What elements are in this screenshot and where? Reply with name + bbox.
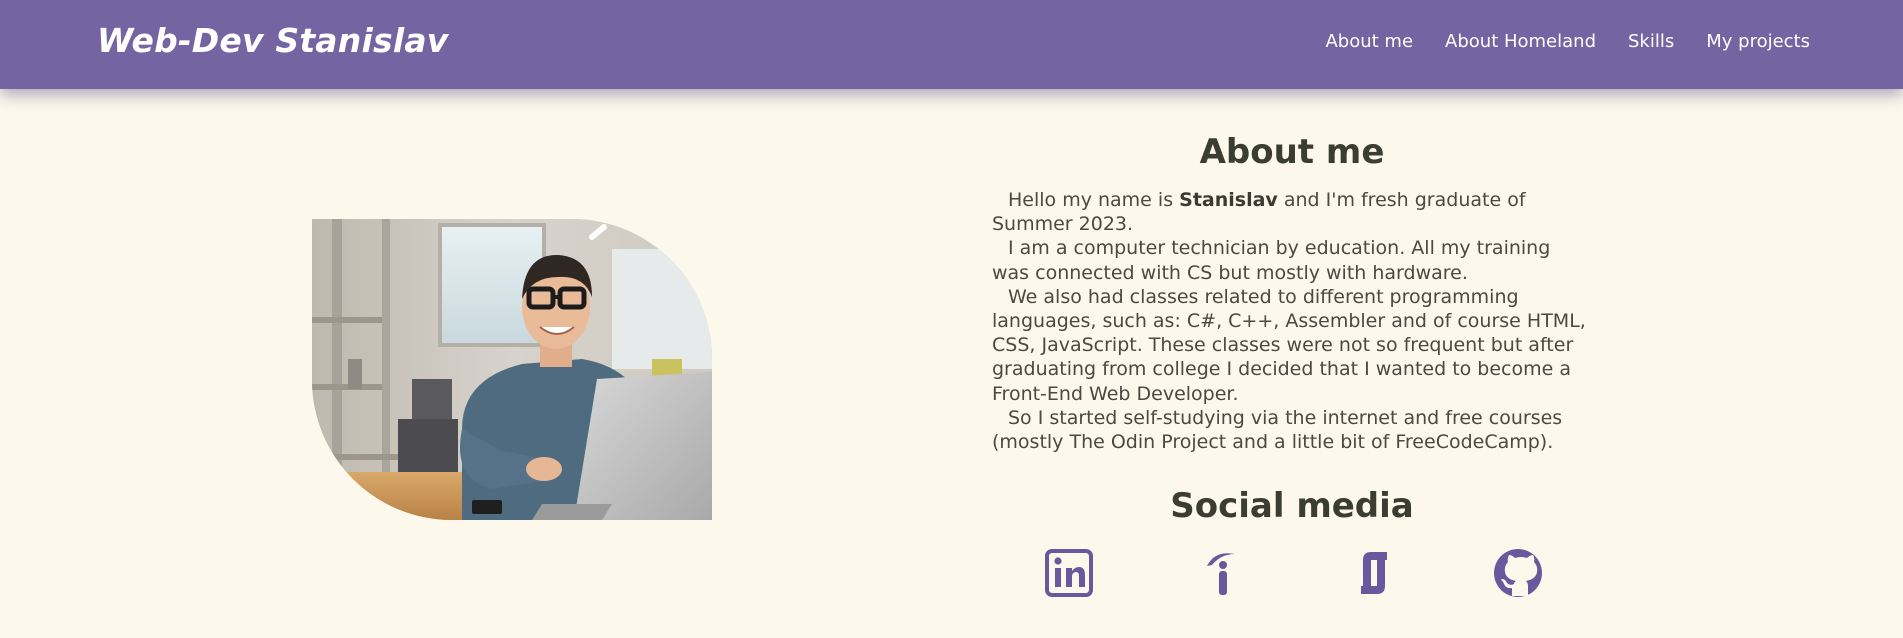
nav-item-skills: Skills (1628, 30, 1674, 54)
nav-link-about-me[interactable]: About me (1325, 31, 1413, 52)
bio-intro-text: Hello my name is (1008, 189, 1180, 211)
bio-name: Stanislav (1179, 189, 1278, 211)
nav-link-skills[interactable]: Skills (1628, 31, 1674, 52)
indeed-icon[interactable] (1197, 548, 1247, 598)
github-icon[interactable] (1493, 548, 1543, 598)
nav-link-my-projects[interactable]: My projects (1706, 31, 1810, 52)
about-bio: Hello my name is Stanislav and I'm fresh… (992, 188, 1592, 454)
bio-paragraph-2: I am a computer technician by education.… (992, 237, 1551, 284)
linkedin-icon[interactable] (1044, 548, 1094, 598)
social-heading: Social media (1170, 486, 1414, 526)
bio-paragraph-4: So I started self-studying via the inter… (992, 406, 1563, 454)
glassdoor-icon[interactable] (1349, 548, 1399, 598)
nav-menu: About me About Homeland Skills My projec… (1325, 30, 1810, 54)
navbar: Web-Dev Stanislav About me About Homelan… (0, 0, 1903, 89)
bio-paragraph-3: We also had classes related to different… (992, 285, 1586, 405)
about-section: About me Hello my name is Stanislav and … (992, 130, 1592, 454)
profile-photo-illustration (312, 219, 712, 520)
nav-item-about-homeland: About Homeland (1445, 30, 1596, 54)
bio-paragraph-1: Hello my name is Stanislav and I'm fresh… (992, 188, 1592, 236)
about-heading: About me (1199, 132, 1385, 172)
brand-title[interactable]: Web-Dev Stanislav (97, 20, 449, 62)
social-section: Social media (992, 484, 1592, 528)
nav-link-about-homeland[interactable]: About Homeland (1445, 31, 1596, 52)
social-icons (1044, 548, 1564, 598)
nav-item-about-me: About me (1325, 30, 1413, 54)
profile-photo (312, 219, 712, 520)
nav-item-my-projects: My projects (1706, 30, 1810, 54)
